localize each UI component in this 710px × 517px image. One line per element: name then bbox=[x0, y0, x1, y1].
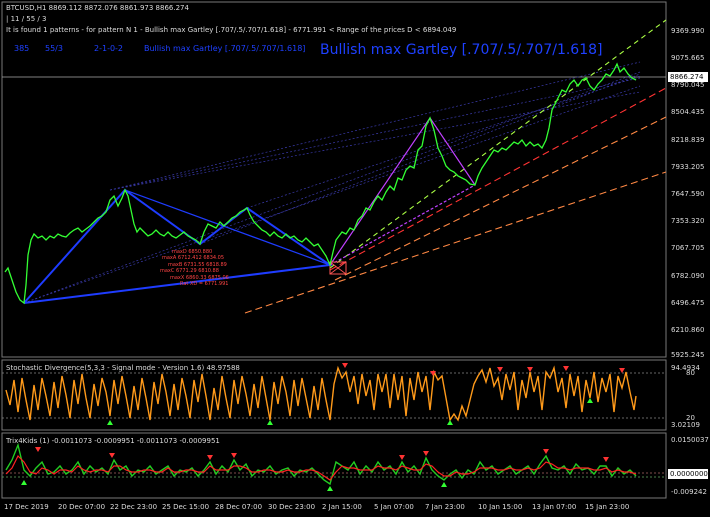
pattern-info-c: 2-1-0-2 bbox=[94, 44, 124, 53]
stoch-label: Stochastic Divergence(5,3,3 - Signal mod… bbox=[6, 364, 240, 372]
time-tick: 22 Dec 23:00 bbox=[110, 503, 158, 511]
svg-text:maxA 6712.412 6834.05: maxA 6712.412 6834.05 bbox=[162, 255, 224, 261]
time-tick: 20 Dec 07:00 bbox=[58, 503, 106, 511]
time-tick: 25 Dec 15:00 bbox=[162, 503, 210, 511]
price-tick: 6210.860 bbox=[671, 326, 705, 334]
price-tick: 7353.320 bbox=[671, 217, 705, 225]
chart-window: maxD 6850.880 maxA 6712.412 6834.05 maxB… bbox=[0, 0, 710, 517]
trix-tick: 0.0150037 bbox=[671, 436, 709, 444]
stoch-tick: 3.02109 bbox=[671, 421, 700, 429]
pattern-info-d: Bullish max Gartley [.707/.5/.707/1.618] bbox=[144, 44, 306, 53]
stoch-buy-arrows bbox=[107, 398, 593, 425]
time-tick: 17 Dec 2019 bbox=[4, 503, 49, 511]
svg-text:Rat XD = 6771.991: Rat XD = 6771.991 bbox=[180, 281, 228, 287]
price-tick: 8790.045 bbox=[671, 81, 705, 89]
price-tick: 6782.090 bbox=[671, 272, 705, 280]
stoch-series bbox=[5, 365, 637, 422]
trix-label: Trix4Kids (1) -0.0011073 -0.0009951 -0.0… bbox=[6, 437, 220, 445]
pattern-info-b: 55/3 bbox=[45, 44, 63, 53]
price-tick: 9075.665 bbox=[671, 54, 705, 62]
trix-buy-markers bbox=[21, 480, 447, 491]
price-tick: 7647.590 bbox=[671, 190, 705, 198]
price-tick: 9369.990 bbox=[671, 27, 705, 35]
symbol-header: BTCUSD,H1 8869.112 8872.076 8861.973 886… bbox=[6, 4, 189, 12]
channel-lines bbox=[244, 19, 667, 314]
time-tick: 5 Jan 07:00 bbox=[374, 503, 414, 511]
abcd-pattern bbox=[329, 116, 476, 266]
timeframe-info: | 11 / 55 / 3 bbox=[6, 15, 47, 23]
price-tick: 7067.705 bbox=[671, 244, 705, 252]
trix-sell-markers bbox=[35, 447, 609, 462]
time-tick: 2 Jan 15:00 bbox=[322, 503, 362, 511]
time-tick: 28 Dec 07:00 bbox=[215, 503, 263, 511]
svg-text:maxC 6771.29 6810.88: maxC 6771.29 6810.88 bbox=[160, 268, 219, 274]
trix-green bbox=[5, 442, 637, 486]
time-tick: 15 Jan 23:00 bbox=[585, 503, 630, 511]
trix-zero-tag: 0.0000000 bbox=[668, 469, 708, 479]
price-tick: 6496.475 bbox=[671, 299, 705, 307]
time-tick: 7 Jan 23:00 bbox=[425, 503, 465, 511]
price-tick: 5925.245 bbox=[671, 351, 705, 359]
time-tick: 30 Dec 23:00 bbox=[268, 503, 316, 511]
pattern-title: Bullish max Gartley [.707/.5/.707/1.618] bbox=[320, 42, 603, 58]
trix-tick: -0.009242 bbox=[671, 488, 707, 496]
stoch-tick: 80 bbox=[686, 369, 695, 377]
price-tick: 7933.205 bbox=[671, 163, 705, 171]
current-price-tag: 8866.274 bbox=[668, 72, 708, 82]
time-tick: 13 Jan 07:00 bbox=[532, 503, 577, 511]
price-tick: 8218.839 bbox=[671, 136, 705, 144]
pattern-info-a: 385 bbox=[14, 44, 30, 53]
time-tick: 10 Jan 15:00 bbox=[478, 503, 523, 511]
pattern-found-text: It is found 1 patterns - for pattern N 1… bbox=[6, 26, 457, 34]
red-level-labels: maxD 6850.880 maxA 6712.412 6834.05 maxB… bbox=[160, 249, 229, 287]
price-tick: 8504.435 bbox=[671, 108, 705, 116]
